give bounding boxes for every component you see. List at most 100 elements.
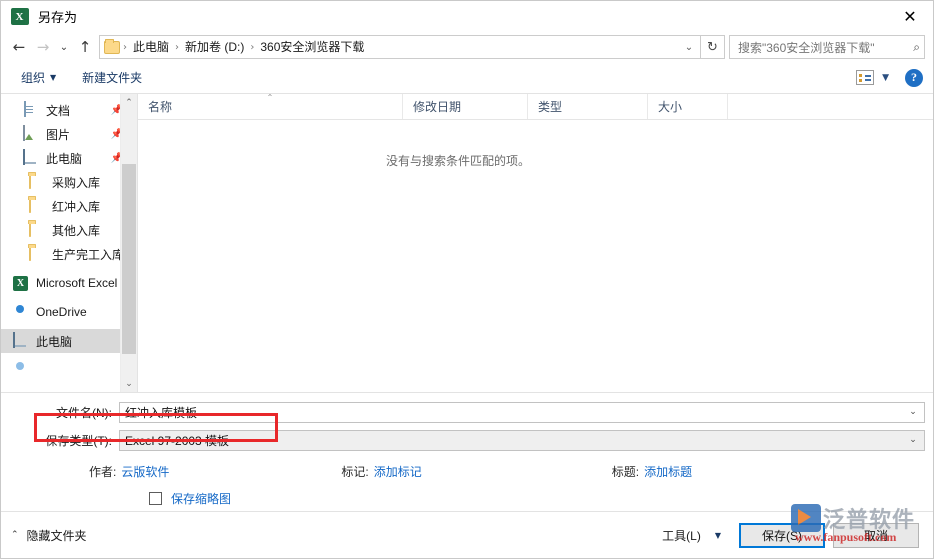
save-as-dialog: X 另存为 ✕ ← → ⌄ ↑ › 此电脑 › 新加卷 (D:) › 360安全… <box>0 0 934 559</box>
scroll-up-icon[interactable]: ⌃ <box>121 94 137 111</box>
search-input[interactable]: 搜索"360安全浏览器下载" ⌕ <box>729 35 925 59</box>
file-list-pane: ⌃ 名称 修改日期 类型 大小 没有与搜索条件匹配的项。 <box>138 93 933 392</box>
hide-folders-button[interactable]: ⌃ 隐藏文件夹 <box>11 527 87 544</box>
sidebar-item-red-reverse-inbound[interactable]: 红冲入库 <box>1 194 137 218</box>
save-thumbnail-label[interactable]: 保存缩略图 <box>171 490 231 507</box>
author-label: 作者: <box>89 464 117 479</box>
computer-icon <box>13 332 29 349</box>
column-label: 名称 <box>148 100 173 114</box>
organize-button[interactable]: 组织 ▼ <box>15 66 62 89</box>
titlebar: X 另存为 ✕ <box>1 1 933 32</box>
pictures-icon <box>23 125 39 142</box>
new-folder-button[interactable]: 新建文件夹 <box>76 66 148 89</box>
cancel-button[interactable]: 取消 <box>833 522 919 548</box>
sidebar-item-label: 此电脑 <box>46 151 83 166</box>
sidebar-item-label: OneDrive <box>36 305 87 319</box>
search-placeholder: 搜索"360安全浏览器下载" <box>738 40 875 55</box>
view-options-icon[interactable] <box>856 70 875 85</box>
column-header-name[interactable]: ⌃ 名称 <box>138 93 403 119</box>
dialog-footer: ⌃ 隐藏文件夹 工具(L) ▼ 保存(S) 取消 <box>1 511 933 558</box>
sidebar-item-other-inbound[interactable]: 其他入库 <box>1 218 137 242</box>
breadcrumb-item-0[interactable]: 此电脑 <box>128 36 174 58</box>
sidebar-scrollbar[interactable]: ⌃ ⌄ <box>120 94 137 392</box>
tags-label: 标记: <box>341 464 369 479</box>
folder-icon <box>104 38 120 54</box>
view-chevron-down-icon[interactable]: ▼ <box>882 73 889 83</box>
onedrive-cloud-icon <box>13 304 29 320</box>
chevron-down-icon[interactable]: ⌄ <box>902 435 924 445</box>
title-field: 标题: 添加标题 <box>612 463 692 480</box>
filetype-select[interactable]: Excel 97-2003 模板 ⌄ <box>119 429 925 451</box>
add-title-link[interactable]: 添加标题 <box>644 463 692 480</box>
organize-label: 组织 <box>21 71 46 85</box>
filename-input[interactable]: 红冲入库模板 ⌄ <box>119 401 925 423</box>
up-icon[interactable]: ↑ <box>73 35 97 59</box>
command-toolbar: 组织 ▼ 新建文件夹 ▼ ? <box>1 62 933 94</box>
document-icon <box>23 101 39 118</box>
folder-icon <box>29 173 45 190</box>
sidebar-item-label: 文档 <box>46 103 71 118</box>
sidebar-item-production-finished-inbound[interactable]: 生产完工入库 <box>1 242 137 266</box>
sidebar-item-label: 其他入库 <box>52 223 101 238</box>
filetype-row: 保存类型(T): Excel 97-2003 模板 ⌄ <box>1 429 933 451</box>
breadcrumb-item-2[interactable]: 360安全浏览器下载 <box>255 36 369 58</box>
save-button[interactable]: 保存(S) <box>739 522 825 548</box>
sidebar-item-label: 红冲入库 <box>52 199 101 214</box>
sidebar-item-label: 图片 <box>46 127 71 142</box>
title-label: 标题: <box>611 464 640 479</box>
navigation-sidebar: 文档 📌 图片 📌 此电脑 📌 采购入库 红冲入库 其他入库 生产完工入库 X … <box>1 94 137 392</box>
folder-icon <box>29 221 45 238</box>
column-label: 类型 <box>538 100 563 114</box>
sidebar-item-pictures[interactable]: 图片 📌 <box>1 122 137 146</box>
filename-row: 文件名(N): 红冲入库模板 ⌄ <box>1 401 933 423</box>
navigation-bar: ← → ⌄ ↑ › 此电脑 › 新加卷 (D:) › 360安全浏览器下载 ⌄ … <box>1 32 933 62</box>
sidebar-item-label: Microsoft Excel <box>36 276 118 290</box>
filetype-label: 保存类型(T): <box>45 433 112 448</box>
empty-list-text: 没有与搜索条件匹配的项。 <box>385 154 530 168</box>
chevron-down-icon: ▼ <box>714 530 721 540</box>
sidebar-item-partial[interactable] <box>1 357 137 381</box>
column-header-type[interactable]: 类型 <box>528 94 648 119</box>
filename-label: 文件名(N): <box>56 405 112 420</box>
sidebar-item-purchase-inbound[interactable]: 采购入库 <box>1 170 137 194</box>
address-bar[interactable]: › 此电脑 › 新加卷 (D:) › 360安全浏览器下载 ⌄ <box>99 35 701 59</box>
folder-icon <box>29 197 45 214</box>
close-icon[interactable]: ✕ <box>887 1 933 32</box>
sidebar-item-this-pc-quick[interactable]: 此电脑 📌 <box>1 146 137 170</box>
tools-button[interactable]: 工具(L) ▼ <box>656 523 727 548</box>
tags-field: 标记: 添加标记 <box>341 463 421 480</box>
empty-list-message: 没有与搜索条件匹配的项。 <box>138 120 933 169</box>
column-header-date-modified[interactable]: 修改日期 <box>403 94 528 119</box>
computer-icon <box>23 149 39 166</box>
column-header-size[interactable]: 大小 <box>648 94 728 119</box>
history-dropdown-icon[interactable]: ⌄ <box>55 35 73 59</box>
column-header-row: ⌃ 名称 修改日期 类型 大小 <box>138 93 933 120</box>
sidebar-item-microsoft-excel[interactable]: X Microsoft Excel <box>1 271 137 295</box>
sidebar-item-onedrive[interactable]: OneDrive <box>1 300 137 324</box>
sidebar-item-documents[interactable]: 文档 📌 <box>1 98 137 122</box>
tools-label: 工具(L) <box>662 528 701 543</box>
sidebar-item-label: 采购入库 <box>52 175 101 190</box>
scrollbar-thumb[interactable] <box>122 164 136 354</box>
help-icon[interactable]: ? <box>905 68 923 87</box>
add-tag-link[interactable]: 添加标记 <box>374 463 422 480</box>
column-label: 修改日期 <box>413 100 462 114</box>
breadcrumb-item-1[interactable]: 新加卷 (D:) <box>180 36 249 58</box>
save-thumbnail-checkbox[interactable] <box>149 491 162 505</box>
browser-body: 文档 📌 图片 📌 此电脑 📌 采购入库 红冲入库 其他入库 生产完工入库 X … <box>1 93 933 393</box>
author-value[interactable]: 云版软件 <box>121 463 169 480</box>
thumbnail-row: 保存缩略图 <box>1 485 933 511</box>
chevron-down-icon[interactable]: ⌄ <box>902 407 924 417</box>
dialog-title: 另存为 <box>38 10 78 25</box>
refresh-icon[interactable]: ↻ <box>701 35 725 59</box>
search-icon[interactable]: ⌕ <box>913 40 920 55</box>
column-header-filler <box>728 94 933 119</box>
new-folder-label: 新建文件夹 <box>82 71 143 85</box>
chevron-down-icon: ▼ <box>50 73 57 82</box>
excel-app-icon: X <box>11 8 29 25</box>
back-icon[interactable]: ← <box>7 35 31 59</box>
column-label: 大小 <box>658 100 683 114</box>
sidebar-item-this-pc[interactable]: 此电脑 <box>1 329 137 353</box>
chevron-down-icon[interactable]: ⌄ <box>680 42 698 53</box>
scroll-down-icon[interactable]: ⌄ <box>121 375 137 392</box>
